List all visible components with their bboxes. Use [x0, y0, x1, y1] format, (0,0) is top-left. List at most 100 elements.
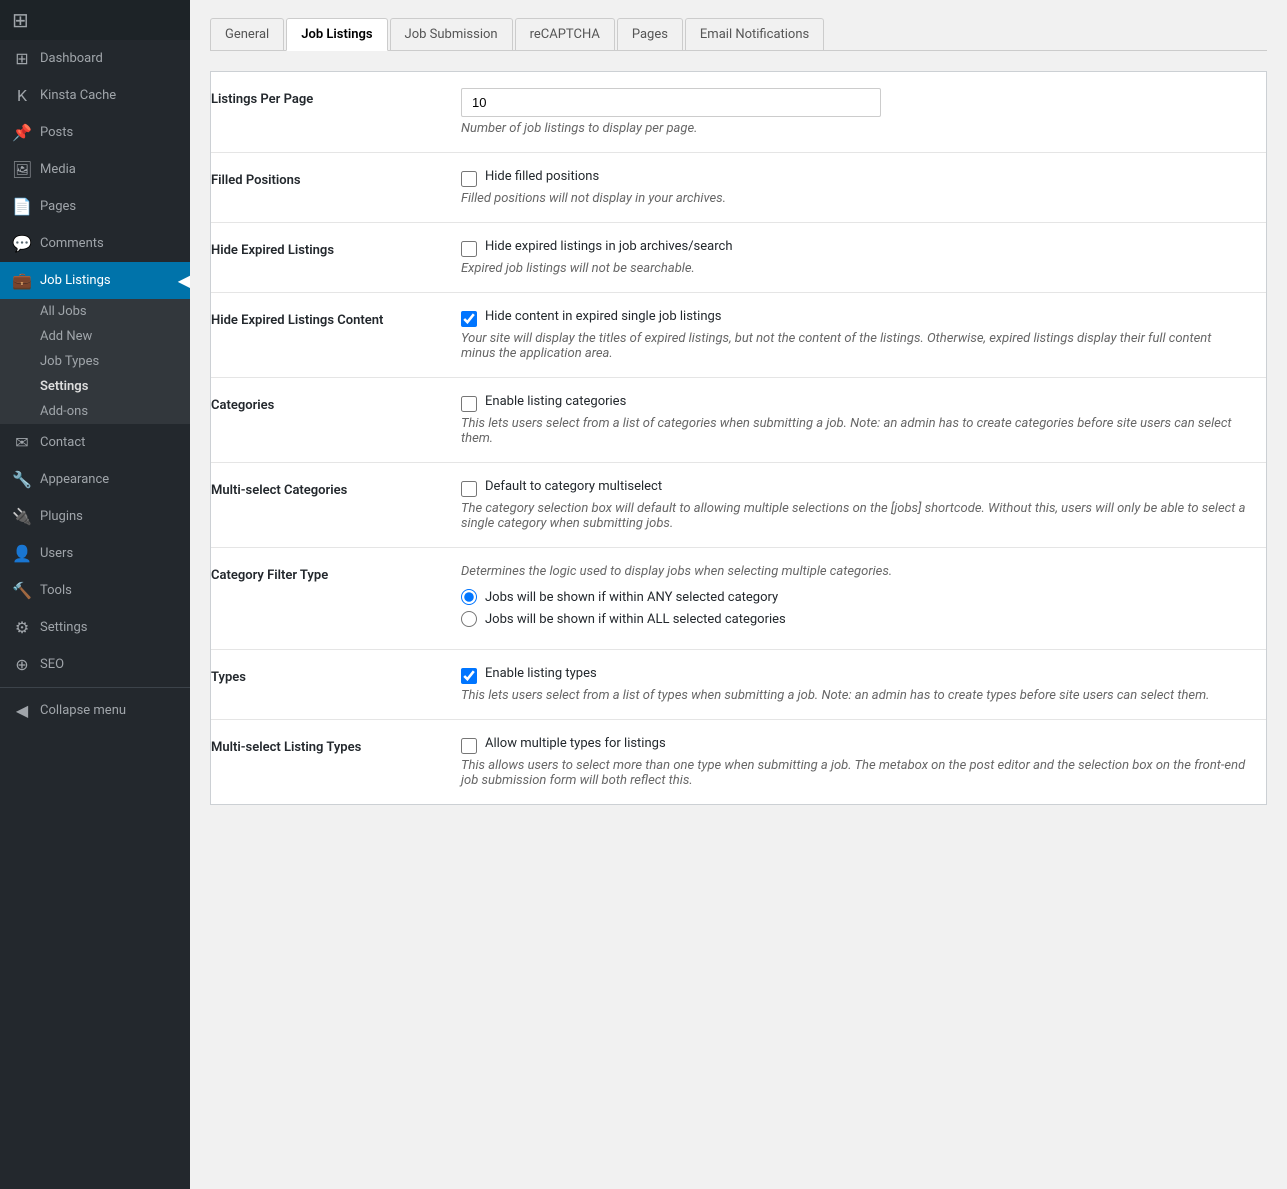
settings-icon: ⚙	[12, 618, 32, 637]
tab-recaptcha[interactable]: reCAPTCHA	[515, 18, 615, 50]
filled-positions-label[interactable]: Hide filled positions	[485, 169, 599, 184]
value-listings-per-page: Number of job listings to display per pa…	[441, 72, 1266, 152]
checkbox-row-multiselect-categories: Default to category multiselect	[461, 479, 1246, 497]
job-listings-icon: 💼	[12, 271, 32, 290]
category-filter-all-label[interactable]: Jobs will be shown if within ALL selecte…	[485, 612, 786, 627]
value-multiselect-types: Allow multiple types for listings This a…	[441, 720, 1266, 804]
row-categories: Categories Enable listing categories Thi…	[211, 378, 1266, 463]
tab-general[interactable]: General	[210, 18, 284, 50]
sidebar-label-settings: Settings	[40, 620, 87, 635]
sidebar-item-users[interactable]: 👤 Users	[0, 535, 190, 572]
hide-expired-checkbox[interactable]	[461, 241, 477, 257]
radio-row-any: Jobs will be shown if within ANY selecte…	[461, 589, 1246, 605]
tools-icon: 🔨	[12, 581, 32, 600]
label-listings-per-page: Listings Per Page	[211, 72, 441, 152]
checkbox-row-types: Enable listing types	[461, 666, 1246, 684]
hide-expired-content-label[interactable]: Hide content in expired single job listi…	[485, 309, 722, 324]
tab-job-submission[interactable]: Job Submission	[390, 18, 513, 50]
tab-pages[interactable]: Pages	[617, 18, 683, 50]
sidebar-item-job-listings[interactable]: 💼 Job Listings ◀	[0, 262, 190, 299]
row-multiselect-categories: Multi-select Categories Default to categ…	[211, 463, 1266, 548]
hide-expired-hint: Expired job listings will not be searcha…	[461, 261, 1246, 276]
multiselect-categories-hint: The category selection box will default …	[461, 501, 1246, 531]
multiselect-categories-label[interactable]: Default to category multiselect	[485, 479, 662, 494]
checkbox-row-hide-expired-content: Hide content in expired single job listi…	[461, 309, 1246, 327]
label-multiselect-types: Multi-select Listing Types	[211, 720, 441, 804]
sidebar-sub-all-jobs[interactable]: All Jobs	[0, 299, 190, 324]
sidebar-label-appearance: Appearance	[40, 472, 109, 487]
checkbox-row-categories: Enable listing categories	[461, 394, 1246, 412]
sidebar-item-tools[interactable]: 🔨 Tools	[0, 572, 190, 609]
value-multiselect-categories: Default to category multiselect The cate…	[441, 463, 1266, 547]
sidebar-item-posts[interactable]: 📌 Posts	[0, 114, 190, 151]
filled-positions-checkbox[interactable]	[461, 171, 477, 187]
value-categories: Enable listing categories This lets user…	[441, 378, 1266, 462]
sidebar-item-collapse[interactable]: ◀ Collapse menu	[0, 692, 190, 729]
types-label[interactable]: Enable listing types	[485, 666, 597, 681]
sidebar-label-pages: Pages	[40, 199, 76, 214]
tab-job-listings[interactable]: Job Listings	[286, 18, 387, 51]
settings-tabs: General Job Listings Job Submission reCA…	[210, 18, 1267, 51]
listings-per-page-input[interactable]	[461, 88, 881, 117]
row-category-filter: Category Filter Type Determines the logi…	[211, 548, 1266, 650]
media-icon: 🖼	[12, 160, 32, 179]
sidebar-label-contact: Contact	[40, 435, 85, 450]
label-filled-positions: Filled Positions	[211, 153, 441, 222]
hide-expired-label[interactable]: Hide expired listings in job archives/se…	[485, 239, 732, 254]
sidebar-item-contact[interactable]: ✉ Contact	[0, 424, 190, 461]
category-filter-all-radio[interactable]	[461, 611, 477, 627]
categories-label[interactable]: Enable listing categories	[485, 394, 626, 409]
hide-expired-content-hint: Your site will display the titles of exp…	[461, 331, 1246, 361]
chevron-icon: ◀	[178, 271, 190, 290]
sidebar-label-media: Media	[40, 162, 76, 177]
sidebar-item-dashboard[interactable]: ⊞ Dashboard	[0, 40, 190, 77]
sidebar-label-plugins: Plugins	[40, 509, 83, 524]
label-hide-expired-content: Hide Expired Listings Content	[211, 293, 441, 377]
categories-checkbox[interactable]	[461, 396, 477, 412]
multiselect-types-hint: This allows users to select more than on…	[461, 758, 1246, 788]
sidebar-item-media[interactable]: 🖼 Media	[0, 151, 190, 188]
settings-panel: Listings Per Page Number of job listings…	[210, 71, 1267, 805]
sidebar-sub-settings[interactable]: Settings	[0, 374, 190, 399]
posts-icon: 📌	[12, 123, 32, 142]
sidebar-item-comments[interactable]: 💬 Comments	[0, 225, 190, 262]
sidebar-item-seo[interactable]: ⊕ SEO	[0, 646, 190, 683]
comments-icon: 💬	[12, 234, 32, 253]
sidebar-sub-addons[interactable]: Add-ons	[0, 399, 190, 424]
radio-row-all: Jobs will be shown if within ALL selecte…	[461, 611, 1246, 627]
sidebar-label-tools: Tools	[40, 583, 72, 598]
filled-positions-hint: Filled positions will not display in you…	[461, 191, 1246, 206]
tab-email-notifications[interactable]: Email Notifications	[685, 18, 824, 50]
sidebar-item-appearance[interactable]: 🔧 Appearance	[0, 461, 190, 498]
sidebar-label-kinsta: Kinsta Cache	[40, 88, 116, 103]
multiselect-types-label[interactable]: Allow multiple types for listings	[485, 736, 666, 751]
listings-per-page-hint: Number of job listings to display per pa…	[461, 121, 1246, 136]
category-filter-any-label[interactable]: Jobs will be shown if within ANY selecte…	[485, 590, 778, 605]
sidebar-label-posts: Posts	[40, 125, 73, 140]
dashboard-icon: ⊞	[12, 49, 32, 68]
sidebar-label-users: Users	[40, 546, 73, 561]
value-hide-expired-content: Hide content in expired single job listi…	[441, 293, 1266, 377]
value-filled-positions: Hide filled positions Filled positions w…	[441, 153, 1266, 222]
types-hint: This lets users select from a list of ty…	[461, 688, 1246, 703]
sidebar-item-plugins[interactable]: 🔌 Plugins	[0, 498, 190, 535]
main-content: General Job Listings Job Submission reCA…	[190, 0, 1287, 1189]
multiselect-types-checkbox[interactable]	[461, 738, 477, 754]
contact-icon: ✉	[12, 433, 32, 452]
sidebar-item-kinsta-cache[interactable]: K Kinsta Cache	[0, 77, 190, 114]
checkbox-row-hide-expired: Hide expired listings in job archives/se…	[461, 239, 1246, 257]
sidebar-item-pages[interactable]: 📄 Pages	[0, 188, 190, 225]
checkbox-row-multiselect-types: Allow multiple types for listings	[461, 736, 1246, 754]
types-checkbox[interactable]	[461, 668, 477, 684]
category-filter-any-radio[interactable]	[461, 589, 477, 605]
multiselect-categories-checkbox[interactable]	[461, 481, 477, 497]
wp-logo-icon: ⊞	[12, 8, 29, 32]
sidebar-item-settings[interactable]: ⚙ Settings	[0, 609, 190, 646]
sidebar-sub-job-types[interactable]: Job Types	[0, 349, 190, 374]
row-listings-per-page: Listings Per Page Number of job listings…	[211, 72, 1266, 153]
hide-expired-content-checkbox[interactable]	[461, 311, 477, 327]
category-filter-description: Determines the logic used to display job…	[461, 564, 1246, 579]
value-category-filter: Determines the logic used to display job…	[441, 548, 1266, 649]
sidebar-sub-add-new[interactable]: Add New	[0, 324, 190, 349]
sidebar-logo: ⊞	[0, 0, 190, 40]
